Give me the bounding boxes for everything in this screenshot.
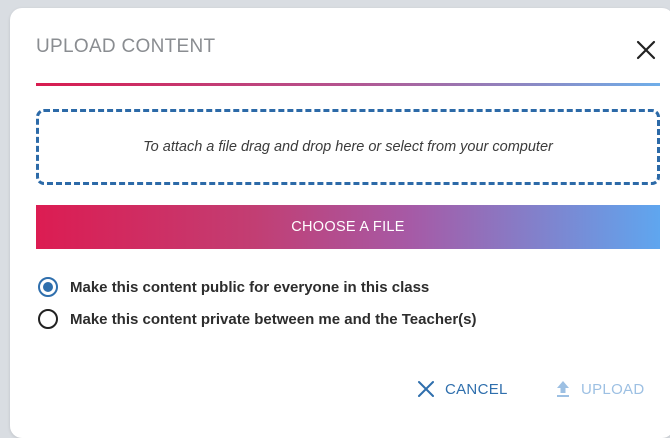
cancel-button[interactable]: CANCEL	[417, 380, 508, 398]
radio-option-private[interactable]: Make this content private between me and…	[38, 309, 477, 329]
close-icon	[417, 380, 435, 398]
close-button[interactable]	[634, 38, 658, 62]
radio-public[interactable]	[38, 277, 58, 297]
radio-private[interactable]	[38, 309, 58, 329]
radio-public-label[interactable]: Make this content public for everyone in…	[70, 279, 429, 296]
dropzone-text: To attach a file drag and drop here or s…	[143, 139, 553, 155]
upload-icon	[555, 380, 571, 398]
dialog-title: UPLOAD CONTENT	[36, 36, 216, 57]
upload-content-dialog: UPLOAD CONTENT To attach a file drag and…	[10, 8, 670, 438]
file-dropzone[interactable]: To attach a file drag and drop here or s…	[36, 109, 660, 185]
close-icon	[636, 40, 656, 60]
radio-private-label[interactable]: Make this content private between me and…	[70, 311, 477, 328]
upload-label: UPLOAD	[581, 380, 645, 398]
upload-button[interactable]: UPLOAD	[555, 380, 645, 398]
radio-option-public[interactable]: Make this content public for everyone in…	[38, 277, 429, 297]
cancel-label: CANCEL	[445, 380, 508, 398]
title-divider	[36, 83, 660, 86]
radio-selected-dot	[43, 282, 53, 292]
choose-file-button[interactable]: CHOOSE A FILE	[36, 205, 660, 249]
